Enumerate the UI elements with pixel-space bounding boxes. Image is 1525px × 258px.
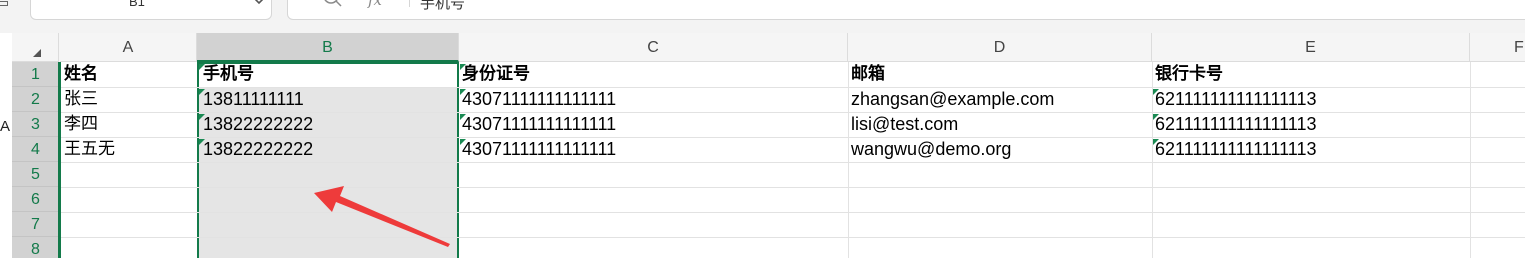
row-header-1[interactable]: 1 <box>12 62 59 87</box>
name-box[interactable]: B1 <box>30 0 272 20</box>
cell-c4[interactable]: 43071111111111111 <box>462 137 842 162</box>
cell-d2[interactable]: zhangsan@example.com <box>851 87 1147 112</box>
cell-b3[interactable]: 13822222222 <box>203 112 453 137</box>
row-header-6[interactable]: 6 <box>12 187 59 212</box>
formula-separator <box>409 0 410 7</box>
select-all-triangle-icon <box>33 49 41 57</box>
cell-b1[interactable]: 手机号 <box>203 62 453 87</box>
formula-content[interactable]: 手机号 <box>420 0 465 13</box>
chevron-down-icon[interactable] <box>251 0 267 11</box>
cell-d3[interactable]: lisi@test.com <box>851 112 1147 137</box>
cell-c1[interactable]: 身份证号 <box>462 62 842 87</box>
name-box-value: B1 <box>129 0 145 9</box>
column-header-a[interactable]: A <box>60 33 197 62</box>
number-as-text-indicator[interactable] <box>1153 89 1159 95</box>
number-as-text-indicator[interactable] <box>1153 139 1159 145</box>
row-divider <box>60 237 1525 238</box>
row-header-8[interactable]: 8 <box>12 237 59 258</box>
number-as-text-indicator[interactable] <box>460 139 466 145</box>
cell-b2[interactable]: 13811111111 <box>203 87 453 112</box>
spreadsheet-window: B1 fx 手机号 A A B C D E F 1 2 3 4 5 6 7 8 … <box>0 0 1525 258</box>
formula-bar-area: B1 fx 手机号 <box>0 0 1525 33</box>
number-as-text-indicator[interactable] <box>460 114 466 120</box>
row-header-3[interactable]: 3 <box>12 112 59 137</box>
cell-e1[interactable]: 银行卡号 <box>1155 62 1465 87</box>
row-divider <box>60 162 1525 163</box>
column-divider <box>848 62 849 258</box>
row-divider <box>60 212 1525 213</box>
number-as-text-indicator[interactable] <box>460 64 466 70</box>
cell-c2[interactable]: 43071111111111111 <box>462 87 842 112</box>
zoom-out-icon[interactable] <box>322 0 344 13</box>
cell-d1[interactable]: 邮箱 <box>851 62 1147 87</box>
number-as-text-indicator[interactable] <box>199 114 205 120</box>
column-header-d[interactable]: D <box>848 33 1152 62</box>
cell-e4[interactable]: 621111111111111113 <box>1155 137 1465 162</box>
column-header-c[interactable]: C <box>459 33 848 62</box>
row-divider <box>60 187 1525 188</box>
cell-a1[interactable]: 姓名 <box>64 62 194 87</box>
formula-input[interactable]: fx 手机号 <box>287 0 1525 20</box>
cell-c3[interactable]: 43071111111111111 <box>462 112 842 137</box>
column-header-b[interactable]: B <box>197 33 459 62</box>
left-gutter-fragment <box>0 0 10 14</box>
column-header-f[interactable]: F <box>1470 33 1525 62</box>
row-header-7[interactable]: 7 <box>12 212 59 237</box>
number-as-text-indicator[interactable] <box>460 89 466 95</box>
number-as-text-indicator[interactable] <box>199 139 205 145</box>
row-header-2[interactable]: 2 <box>12 87 59 112</box>
number-as-text-indicator[interactable] <box>199 89 205 95</box>
cell-a2[interactable]: 张三 <box>64 87 194 112</box>
select-all-corner[interactable] <box>12 33 59 62</box>
cell-e3[interactable]: 621111111111111113 <box>1155 112 1465 137</box>
row-header-5[interactable]: 5 <box>12 162 59 187</box>
red-arrow-annotation <box>314 186 450 247</box>
function-fx-icon[interactable]: fx <box>368 0 382 9</box>
row-header-4[interactable]: 4 <box>12 137 59 162</box>
column-header-e[interactable]: E <box>1152 33 1470 62</box>
cell-d4[interactable]: wangwu@demo.org <box>851 137 1147 162</box>
row-header-selection-border <box>58 62 61 258</box>
cell-b4[interactable]: 13822222222 <box>203 137 453 162</box>
cell-a3[interactable]: 李四 <box>64 112 194 137</box>
column-divider <box>1470 62 1471 258</box>
left-edge-label: A <box>0 118 11 135</box>
number-as-text-indicator[interactable] <box>1153 114 1159 120</box>
number-as-text-indicator[interactable] <box>199 64 205 70</box>
cell-e2[interactable]: 621111111111111113 <box>1155 87 1465 112</box>
cell-a4[interactable]: 王五无 <box>64 137 194 162</box>
